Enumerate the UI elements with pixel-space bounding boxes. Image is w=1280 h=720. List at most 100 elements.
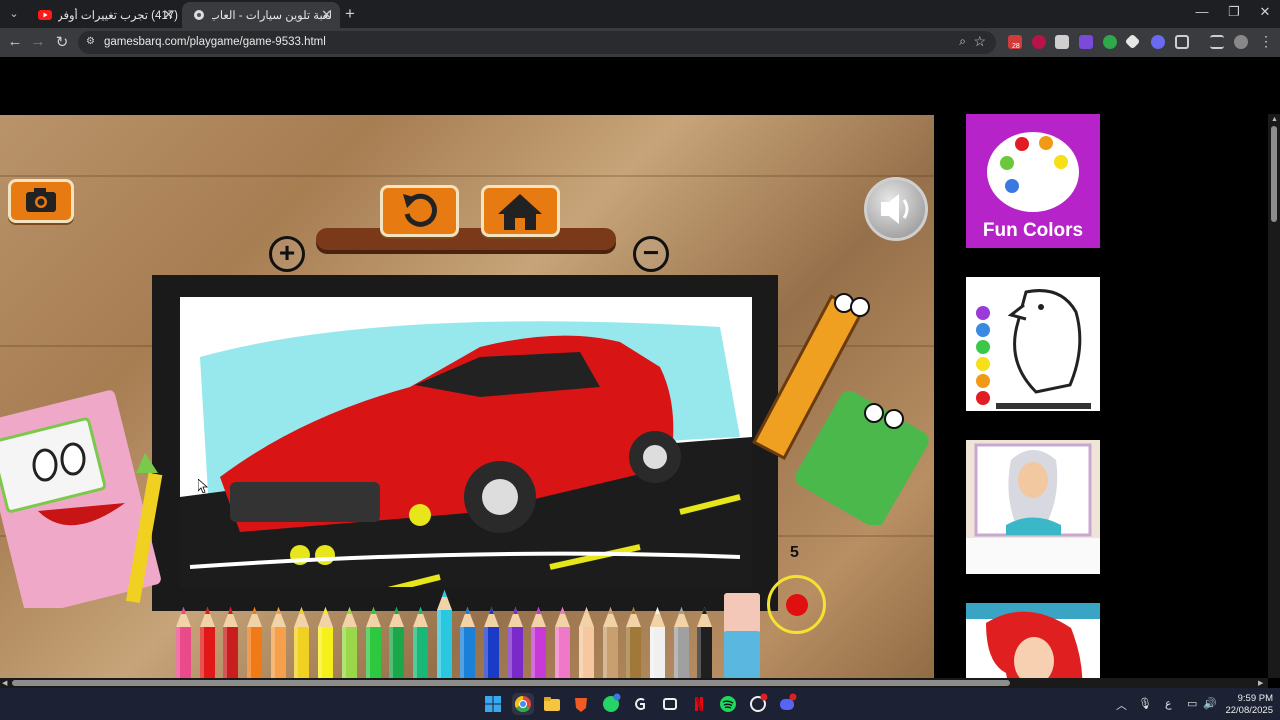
vertical-scroll-thumb[interactable] — [1271, 126, 1277, 222]
color-pencil[interactable] — [174, 607, 193, 678]
taskbar-chrome[interactable] — [512, 693, 534, 715]
color-pencil[interactable] — [577, 607, 596, 678]
grid-extension-icon[interactable] — [1055, 35, 1069, 49]
color-pencil[interactable] — [364, 607, 383, 678]
zoom-out-button[interactable]: − — [633, 236, 669, 272]
coloring-game-canvas[interactable]: + − 5 — [0, 115, 934, 678]
wood-grain — [0, 175, 934, 177]
color-pencil[interactable] — [316, 607, 335, 678]
screenshot-camera-button[interactable] — [8, 179, 74, 223]
sound-toggle-button[interactable] — [864, 177, 928, 241]
site-info-icon[interactable]: ⚙ — [86, 36, 98, 48]
color-pencil[interactable] — [601, 607, 620, 678]
color-pencil[interactable] — [529, 607, 548, 678]
youtube-icon — [38, 10, 52, 20]
taskbar-capcut[interactable] — [659, 693, 681, 715]
color-pencil[interactable] — [411, 607, 430, 678]
taskbar-brave[interactable] — [570, 693, 592, 715]
game-thumbnail-eagle[interactable] — [966, 277, 1100, 411]
eraser-tool[interactable] — [722, 593, 762, 678]
zoom-icon[interactable]: ⌕ — [959, 34, 966, 49]
capcut-icon — [663, 698, 677, 710]
taskbar-whatsapp[interactable] — [600, 693, 622, 715]
spotify-icon — [720, 696, 736, 712]
color-pencil[interactable] — [695, 607, 714, 678]
tab-youtube[interactable]: (417) تجرب تغييرات أوفروانش ... ✕ — [28, 2, 182, 28]
taskbar-file-explorer[interactable] — [541, 693, 563, 715]
scroll-up-icon[interactable]: ▲ — [1271, 116, 1278, 123]
tab-title: (417) تجرب تغييرات أوفروانش ... — [58, 10, 178, 22]
reload-button[interactable]: ↻ — [52, 33, 72, 51]
taskbar-clock-time[interactable]: 9:59 PM — [1228, 693, 1273, 704]
vertical-scrollbar[interactable]: ▲ ▼ — [1268, 114, 1280, 678]
color-pencil[interactable] — [435, 590, 454, 678]
taskbar-clock-date[interactable]: 22/08/2025 — [1224, 705, 1273, 716]
new-tab-button[interactable]: + — [345, 4, 355, 24]
color-pencil[interactable] — [340, 607, 359, 678]
tab-search-button[interactable]: ⌄ — [5, 5, 23, 23]
bookmark-star-icon[interactable]: ☆ — [973, 33, 986, 50]
chatgpt-icon — [750, 693, 768, 712]
zoom-in-button[interactable]: + — [269, 236, 305, 272]
eye-extension-icon[interactable] — [1151, 35, 1165, 49]
horizontal-scroll-thumb[interactable] — [12, 680, 1010, 686]
profile-avatar[interactable] — [1234, 35, 1248, 49]
restore-button[interactable]: ❐ — [1219, 4, 1249, 20]
color-pencil[interactable] — [506, 607, 525, 678]
scroll-right-icon[interactable]: ▶ — [1258, 679, 1263, 687]
home-button[interactable] — [481, 185, 560, 237]
menu-kebab-icon[interactable]: ⋮ — [1259, 33, 1273, 50]
game-thumbnail-fun-colors[interactable]: Fun Colors — [966, 114, 1100, 248]
color-pencil[interactable] — [648, 607, 667, 678]
close-tab-icon[interactable]: ✕ — [163, 7, 174, 23]
color-pencil[interactable] — [672, 607, 691, 678]
taskbar-netflix[interactable] — [688, 693, 710, 715]
netflix-icon — [695, 697, 703, 711]
drawing-area[interactable] — [180, 297, 752, 587]
color-pencil[interactable] — [624, 607, 643, 678]
network-icon[interactable]: ▭ — [1187, 697, 1197, 710]
shield-icon[interactable] — [1032, 35, 1046, 49]
brush-size-value: 5 — [790, 544, 799, 561]
color-pencil[interactable] — [221, 607, 240, 678]
taskbar-app-g[interactable] — [629, 693, 651, 715]
extensions-puzzle-icon[interactable] — [1175, 35, 1189, 49]
windows-start-icon[interactable] — [485, 696, 501, 712]
back-button[interactable]: ← — [5, 33, 25, 50]
minimize-button[interactable]: — — [1187, 4, 1217, 19]
close-tab-icon[interactable]: ✕ — [321, 7, 332, 23]
forward-button[interactable]: → — [28, 33, 48, 50]
scroll-left-icon[interactable]: ◀ — [2, 679, 7, 687]
eagle-coloring-illustration — [976, 289, 1091, 409]
color-pencil[interactable] — [387, 607, 406, 678]
camera-icon — [26, 188, 56, 212]
close-window-button[interactable]: ✕ — [1250, 4, 1280, 20]
color-pencil[interactable] — [458, 607, 477, 678]
input-language-indicator[interactable]: ع — [1165, 697, 1172, 710]
wooden-shelf — [316, 228, 616, 250]
address-bar[interactable]: ⚙ gamesbarq.com/playgame/game-9533.html … — [78, 31, 996, 54]
color-pencil[interactable] — [269, 607, 288, 678]
brave-icon — [575, 698, 587, 712]
tab-coloring-game[interactable]: لعبة تلوين سيارات - العاب فلاش ✕ — [182, 2, 340, 28]
color-pencil[interactable] — [553, 607, 572, 678]
color-pencil[interactable] — [292, 607, 311, 678]
game-thumbnail-princess[interactable] — [966, 440, 1100, 574]
microphone-icon[interactable]: 🎙 — [1138, 697, 1152, 710]
media-control-icon[interactable] — [1210, 35, 1224, 49]
color-pencil[interactable] — [245, 607, 264, 678]
horizontal-scrollbar[interactable]: ◀ ▶ — [0, 678, 1268, 688]
volume-icon[interactable]: 🔊 — [1203, 697, 1217, 710]
tray-overflow-chevron-icon[interactable]: ︿ — [1116, 697, 1127, 713]
taskbar-spotify[interactable] — [717, 693, 739, 715]
color-pencil[interactable] — [482, 607, 501, 678]
taskbar-discord[interactable] — [776, 693, 798, 715]
undo-reset-icon — [403, 193, 437, 227]
color-pencil[interactable] — [198, 607, 217, 678]
vpn-extension-icon[interactable] — [1079, 35, 1093, 49]
taskbar-app-dark[interactable] — [747, 693, 769, 715]
reset-button[interactable] — [380, 185, 459, 237]
game-thumbnail-mermaid[interactable] — [966, 603, 1100, 678]
security-extension-icon[interactable] — [1103, 35, 1117, 49]
mouse-cursor-icon — [198, 479, 208, 493]
